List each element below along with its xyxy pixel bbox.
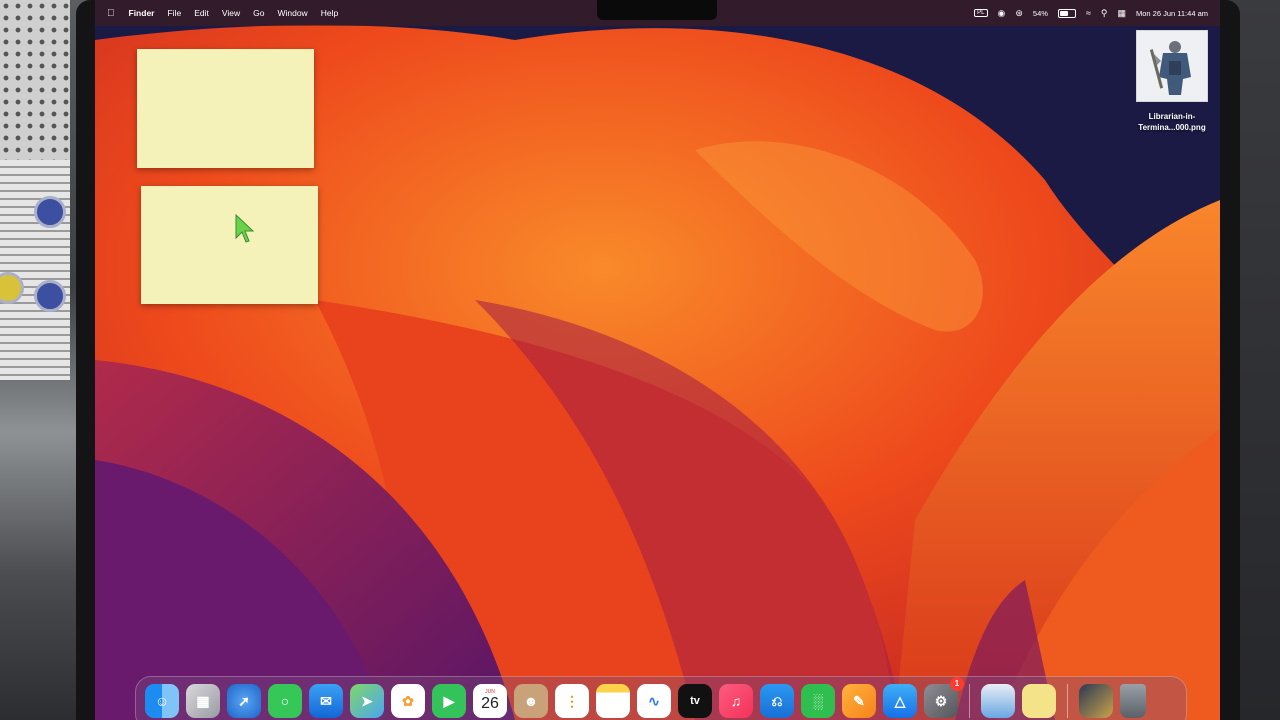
menu-file[interactable]: File [167, 8, 181, 18]
status-area: PL ◉ ⊛ 54% ≈ ⚲ ▦ Mon 26 Jun 11:44 am [974, 0, 1208, 26]
reminders-icon[interactable]: ⋮ [555, 684, 589, 718]
notification-badge: 1 [950, 677, 964, 691]
spotlight-search-icon[interactable]: ⚲ [1101, 8, 1108, 18]
apple-menu-icon[interactable]:  [107, 8, 115, 19]
trash-icon[interactable] [1120, 684, 1146, 718]
menu-window[interactable]: Window [277, 8, 307, 18]
calendar-day: 26 [481, 695, 499, 712]
tv-label: tv [690, 695, 700, 707]
input-source-indicator[interactable]: PL [974, 9, 988, 17]
app-store-icon[interactable]: △ [883, 684, 917, 718]
desktop-file[interactable]: Librarian-in- Termina...000.png [1127, 30, 1217, 133]
keynote-icon[interactable]: ⎌ [760, 684, 794, 718]
mail-icon[interactable]: ✉ [309, 684, 343, 718]
dock-separator [1067, 684, 1068, 718]
wifi-icon[interactable]: ≈ [1086, 8, 1091, 18]
sticky-note[interactable] [137, 49, 314, 168]
calendar-icon[interactable]: JUN 26 [473, 684, 507, 718]
music-icon[interactable]: ♫ [719, 684, 753, 718]
battery-icon[interactable] [1057, 8, 1076, 18]
battery-percent: 54% [1032, 8, 1048, 18]
system-settings-icon[interactable]: ⚙ 1 [924, 677, 964, 718]
clock[interactable]: Mon 26 Jun 11:44 am [1136, 9, 1208, 18]
control-center-icon[interactable]: ▦ [1117, 8, 1126, 18]
camera-notch [597, 0, 717, 20]
freeform-icon[interactable]: ∿ [637, 684, 671, 718]
maps-icon[interactable]: ➤ [350, 684, 384, 718]
menu-go[interactable]: Go [253, 8, 264, 18]
paint-pot [34, 280, 66, 312]
file-name: Librarian-in- Termina...000.png [1127, 111, 1217, 133]
menu-help[interactable]: Help [321, 8, 338, 18]
safari-icon[interactable]: ➚ [227, 684, 261, 718]
file-name-line2: Termina...000.png [1138, 123, 1206, 132]
mouse-pointer-icon [235, 214, 255, 243]
finder-icon[interactable]: ☺ [145, 684, 179, 718]
contacts-icon[interactable]: ☻ [514, 684, 548, 718]
launchpad-icon[interactable]: ▦ [186, 684, 220, 718]
tv-icon[interactable]: tv [678, 684, 712, 718]
dock-items: ☺ ▦ ➚ ○ ✉ ➤ ✿ ▶ JUN 26 ☻ ⋮ ∿ tv ♫ ⎌ ░ ✎ … [145, 677, 1146, 718]
photos-icon[interactable]: ✿ [391, 684, 425, 718]
user-icon[interactable]: ◉ [998, 8, 1006, 18]
pages-icon[interactable]: ✎ [842, 684, 876, 718]
league-app-icon[interactable] [1079, 684, 1113, 718]
preview-icon[interactable] [981, 684, 1015, 718]
battery-fill [1059, 10, 1068, 16]
bluetooth-icon[interactable]: ⊛ [1015, 8, 1023, 18]
paint-rack [0, 160, 70, 380]
sticky-note[interactable] [141, 186, 318, 304]
stickies-icon[interactable] [1022, 684, 1056, 718]
notes-icon[interactable] [596, 684, 630, 718]
menu-edit[interactable]: Edit [194, 8, 209, 18]
numbers-icon[interactable]: ░ [801, 684, 835, 718]
dock-separator [969, 684, 970, 718]
messages-icon[interactable]: ○ [268, 684, 302, 718]
facetime-icon[interactable]: ▶ [432, 684, 466, 718]
menu-view[interactable]: View [222, 8, 240, 18]
paint-pot [34, 196, 66, 228]
pegboard [0, 0, 70, 160]
file-thumbnail [1136, 30, 1208, 102]
menu-app-name[interactable]: Finder [129, 8, 155, 18]
miniature-image-icon [1137, 31, 1207, 101]
desktop-screen:  Finder File Edit View Go Window Help P… [95, 0, 1220, 720]
file-name-line1: Librarian-in- [1148, 112, 1196, 121]
